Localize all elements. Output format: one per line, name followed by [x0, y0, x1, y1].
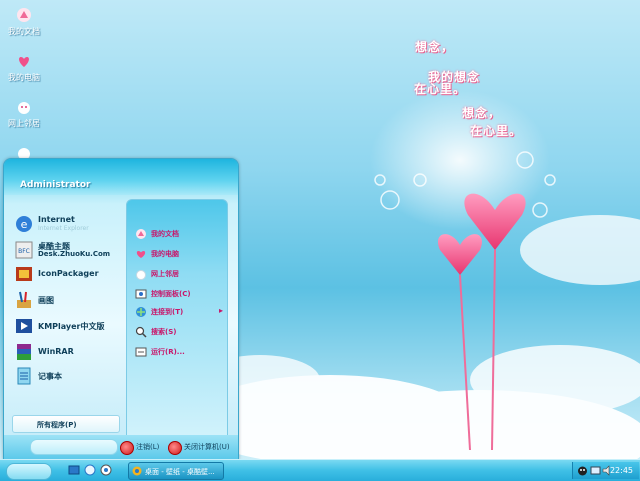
- places-item-control-panel[interactable]: 控制面板(C): [135, 286, 225, 302]
- user-name: Administrator: [20, 180, 91, 190]
- places-item-label: 我的文档: [151, 230, 179, 238]
- start-menu-footer: 注销(L) 关闭计算机(U): [4, 435, 238, 459]
- internet-explorer-icon: e: [16, 216, 32, 232]
- system-tray: 22:45: [572, 462, 639, 479]
- all-programs-button[interactable]: 所有程序(P): [12, 415, 120, 433]
- network-icon: [18, 102, 30, 114]
- start-item-label: Internet: [38, 215, 75, 224]
- quicklaunch-media-icon[interactable]: [100, 464, 112, 476]
- start-item-label: KMPlayer中文版: [38, 322, 105, 331]
- start-item-internet[interactable]: e Internet Internet Explorer: [14, 213, 124, 235]
- computer-icon: [19, 57, 29, 67]
- places-item-label: 运行(R)...: [151, 348, 185, 356]
- shutdown-icon: [168, 441, 182, 455]
- browser-window-icon: [132, 466, 142, 476]
- documents-icon: [17, 8, 31, 22]
- desktop-icon-partial[interactable]: [15, 146, 33, 158]
- start-item-iconpackager[interactable]: IconPackager: [14, 263, 124, 285]
- documents-icon: [136, 229, 146, 239]
- logoff-label: 注销(L): [136, 443, 160, 451]
- desktop-icon-network[interactable]: 网上邻居: [4, 98, 44, 129]
- places-item-network[interactable]: 网上邻居: [135, 266, 225, 282]
- desktop-icon-label: 我的电脑: [8, 73, 40, 82]
- logoff-icon: [120, 441, 134, 455]
- start-button[interactable]: [6, 463, 52, 480]
- svg-text:BFC: BFC: [18, 248, 30, 255]
- taskbar-item-window[interactable]: 桌面 - 壁纸 - 桌酷壁...: [128, 462, 224, 480]
- footer-search-field[interactable]: [30, 439, 118, 455]
- run-icon: [135, 347, 147, 357]
- places-item-label: 搜索(S): [151, 328, 177, 336]
- places-item-run[interactable]: 运行(R)...: [135, 344, 225, 360]
- desktop-icon-my-computer[interactable]: 我的电脑: [4, 52, 44, 83]
- wallpaper-text-3: 在心里。: [414, 82, 467, 96]
- start-item-zhuoku-theme[interactable]: BFC 桌酷主题 Desk.ZhuoKu.Com: [14, 239, 124, 261]
- control-panel-icon: [135, 289, 147, 299]
- notepad-icon: [17, 367, 31, 385]
- start-item-label: IconPackager: [38, 269, 99, 278]
- tray-cat-icon[interactable]: [577, 465, 588, 476]
- paint-icon: [17, 291, 31, 308]
- desktop-icon-my-documents[interactable]: 我的文档: [4, 6, 44, 37]
- taskbar: 桌面 - 壁纸 - 桌酷壁... 22:45: [0, 459, 640, 481]
- logoff-button[interactable]: 注销(L): [120, 440, 168, 455]
- desktop-icon-label: 我的文档: [8, 27, 40, 36]
- iconpackager-icon: [16, 267, 32, 281]
- start-item-winrar[interactable]: WinRAR: [14, 341, 124, 363]
- places-item-label: 网上邻居: [151, 270, 179, 278]
- winrar-icon: [17, 344, 31, 360]
- start-item-label-2: Desk.ZhuoKu.Com: [38, 250, 111, 258]
- kmplayer-icon: [16, 319, 32, 333]
- places-item-my-documents[interactable]: 我的文档: [135, 226, 225, 242]
- svg-text:e: e: [21, 218, 28, 231]
- quicklaunch-ie-icon[interactable]: [84, 464, 96, 476]
- places-item-label: 连接到(T): [151, 308, 184, 316]
- start-item-kmplayer[interactable]: KMPlayer中文版: [14, 315, 124, 337]
- shutdown-button[interactable]: 关闭计算机(U): [168, 440, 236, 455]
- start-item-label: 记事本: [38, 372, 62, 381]
- places-item-label: 控制面板(C): [151, 290, 191, 298]
- places-item-my-computer[interactable]: 我的电脑: [135, 246, 225, 262]
- wallpaper-text-5: 在心里。: [470, 124, 523, 138]
- start-item-sublabel: Internet Explorer: [38, 225, 89, 232]
- all-programs-label: 所有程序(P): [37, 421, 77, 429]
- wallpaper-text-1: 想念，: [415, 40, 455, 54]
- places-item-search[interactable]: 搜索(S): [135, 324, 225, 340]
- places-item-label: 我的电脑: [151, 250, 179, 258]
- start-menu-header: Administrator: [4, 159, 238, 195]
- submenu-arrow-icon: ▸: [219, 306, 224, 315]
- start-item-paint[interactable]: 画图: [14, 289, 124, 311]
- start-item-notepad[interactable]: 记事本: [14, 365, 124, 387]
- start-item-label: 画图: [38, 296, 54, 305]
- quicklaunch-show-desktop-icon[interactable]: [68, 464, 80, 476]
- tray-network-icon[interactable]: [590, 465, 601, 476]
- theme-icon: BFC: [15, 241, 33, 259]
- network-icon: [136, 270, 146, 280]
- wallpaper-text-4: 想念，: [462, 106, 502, 120]
- places-item-connect-to[interactable]: 连接到(T) ▸: [135, 304, 225, 320]
- connect-icon: [136, 307, 146, 317]
- shutdown-label: 关闭计算机(U): [184, 443, 230, 451]
- search-icon: [135, 326, 147, 338]
- desktop-icon-label: 网上邻居: [8, 119, 40, 128]
- computer-icon: [136, 251, 146, 258]
- start-menu-right-panel: 我的文档 我的电脑 网上邻居 控制面板(C) 连接到(T) ▸ 搜索(S) 运行…: [126, 199, 228, 447]
- taskbar-item-label: 桌面 - 壁纸 - 桌酷壁...: [145, 468, 215, 476]
- start-item-label: WinRAR: [38, 347, 74, 356]
- start-menu: Administrator e Internet Internet Explor…: [3, 158, 239, 460]
- clock: 22:45: [609, 466, 633, 475]
